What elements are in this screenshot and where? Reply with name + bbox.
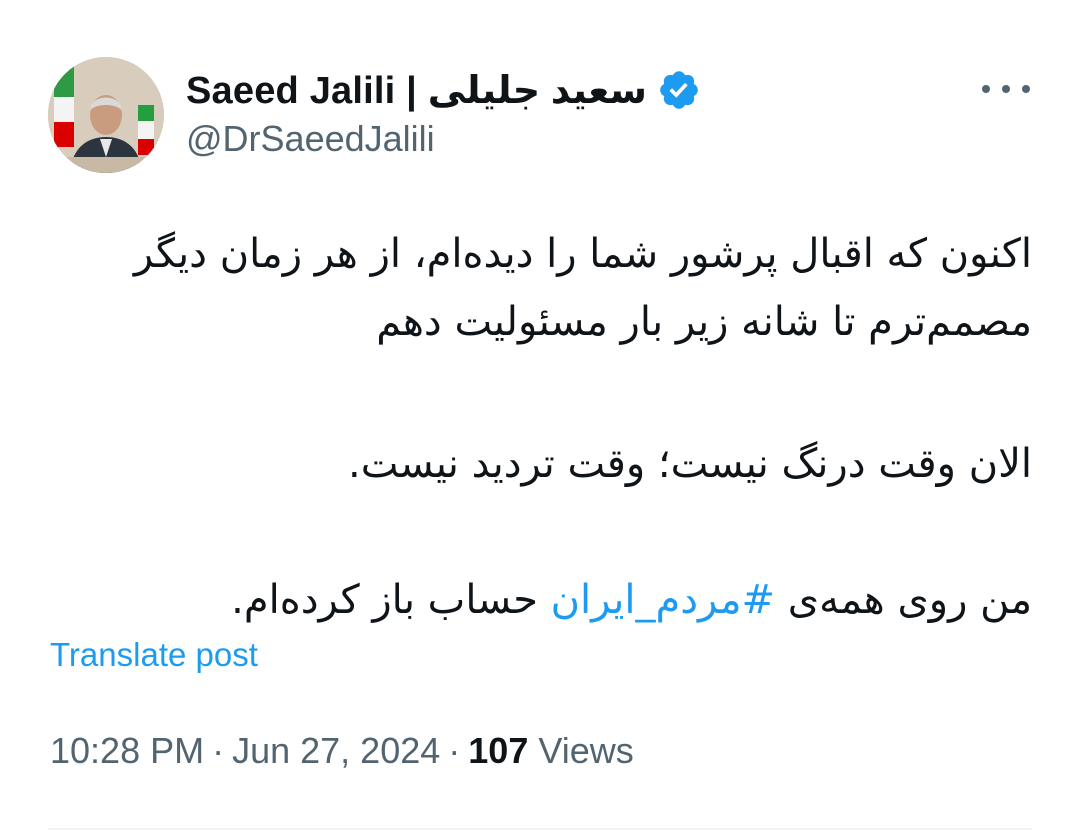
hashtag-link[interactable]: #مردم_ایران bbox=[551, 577, 775, 623]
tweet-paragraph-3: من روی همه‌ی #مردم_ایران حساب باز کرده‌ا… bbox=[40, 566, 1032, 634]
more-horizontal-icon-dot bbox=[1022, 85, 1030, 93]
more-horizontal-icon-dot bbox=[1002, 85, 1010, 93]
tweet-metadata: 10:28 PM · Jun 27, 2024 · 107 Views bbox=[50, 730, 634, 772]
tweet-paragraph-1: اکنون که اقبال پرشور شما را دیده‌ام، از … bbox=[133, 231, 1032, 345]
more-options-button[interactable] bbox=[982, 72, 1030, 106]
more-horizontal-icon bbox=[982, 85, 990, 93]
meta-separator: · bbox=[212, 730, 225, 771]
post-time[interactable]: 10:28 PM bbox=[50, 730, 204, 771]
post-date[interactable]: Jun 27, 2024 bbox=[232, 730, 440, 771]
verified-badge-icon[interactable] bbox=[657, 68, 701, 112]
author-handle[interactable]: @DrSaeedJalili bbox=[186, 118, 435, 160]
tweet-text-segment: من روی همه‌ی bbox=[775, 577, 1032, 623]
author-display-name[interactable]: Saeed Jalili | سعید جلیلی bbox=[186, 68, 647, 113]
translate-post-link[interactable]: Translate post bbox=[50, 636, 258, 674]
avatar[interactable] bbox=[48, 57, 164, 173]
author-name-row[interactable]: Saeed Jalili | سعید جلیلی bbox=[186, 64, 701, 116]
avatar-photo bbox=[48, 57, 164, 173]
meta-separator: · bbox=[448, 730, 461, 771]
tweet-text-segment: حساب باز کرده‌ام. bbox=[231, 577, 551, 623]
divider bbox=[48, 828, 1032, 830]
tweet-paragraph-2: الان وقت درنگ نیست؛ وقت تردید نیست. bbox=[348, 441, 1032, 487]
views-count[interactable]: 107 bbox=[468, 730, 528, 771]
views-label[interactable]: Views bbox=[538, 730, 633, 771]
